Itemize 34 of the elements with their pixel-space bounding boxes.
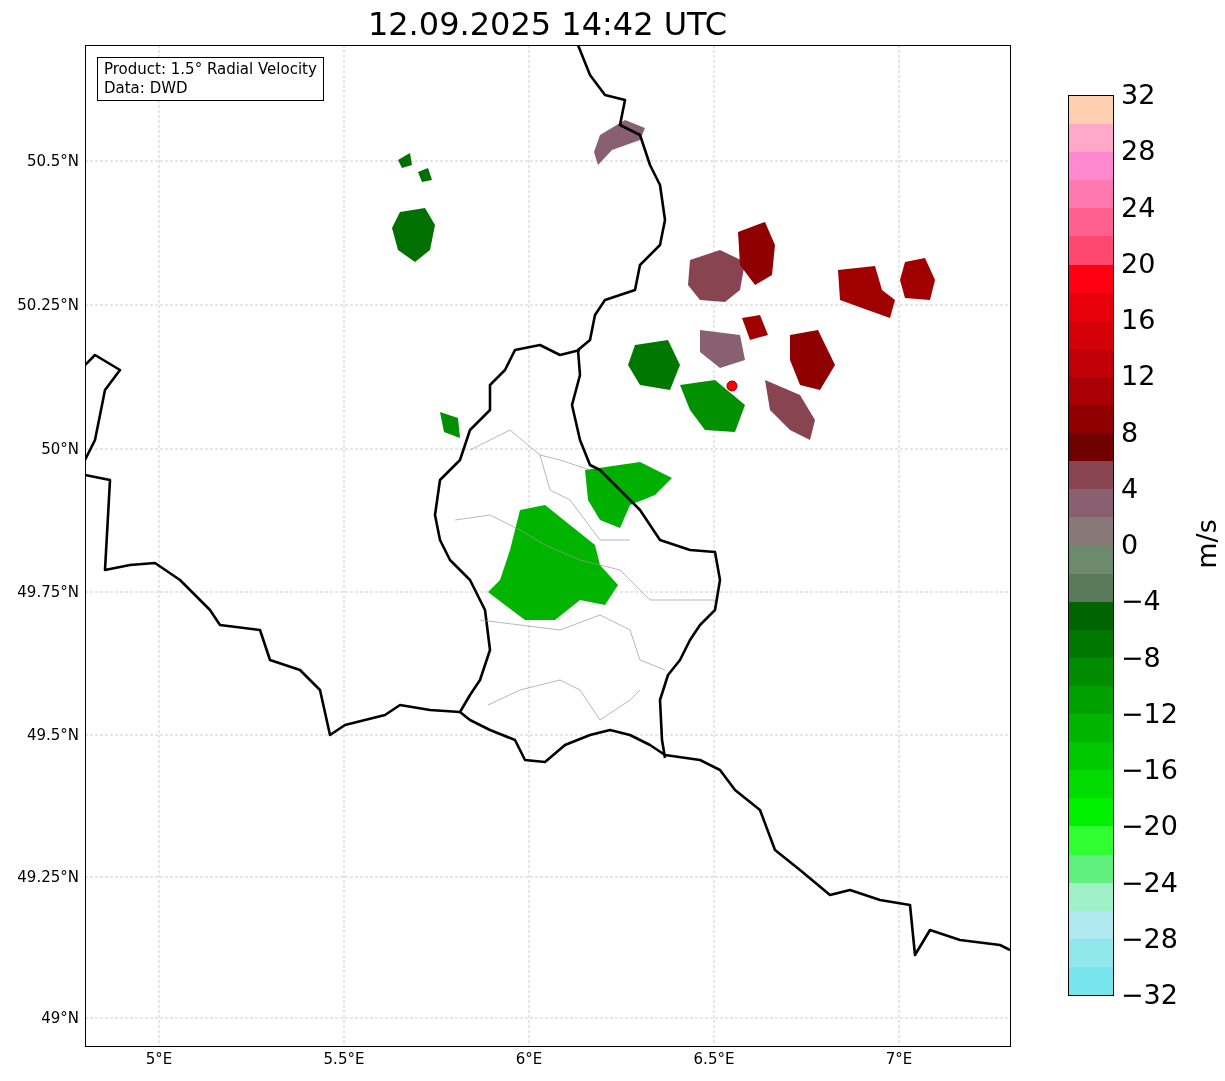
colorbar-tick-label: −8 bbox=[1121, 641, 1161, 674]
latitude-label: 49°N bbox=[40, 1009, 79, 1027]
chart-title: 12.09.2025 14:42 UTC bbox=[366, 4, 729, 44]
longitude-label: 7°E bbox=[884, 1050, 914, 1068]
latitude-label: 50.5°N bbox=[25, 152, 79, 170]
longitude-label: 5°E bbox=[144, 1050, 174, 1068]
colorbar-tick-label: 4 bbox=[1121, 472, 1139, 505]
colorbar-tick-label: 8 bbox=[1121, 416, 1139, 449]
colorbar-tick-label: −24 bbox=[1121, 866, 1178, 899]
colorbar-tick-label: 20 bbox=[1121, 247, 1156, 280]
colorbar-tick-label: 24 bbox=[1121, 191, 1156, 224]
longitude-label: 6.5°E bbox=[692, 1050, 736, 1068]
info-text: Product: 1.5° Radial Velocity bbox=[104, 60, 317, 79]
colorbar-tick-label: −4 bbox=[1121, 585, 1161, 618]
colorbar-tick-label: 0 bbox=[1121, 529, 1139, 561]
colorbar-unit-label: m/s bbox=[1190, 519, 1223, 569]
latitude-label: 49.25°N bbox=[16, 868, 79, 886]
radar-site-marker bbox=[726, 380, 738, 392]
longitude-label: 6°E bbox=[514, 1050, 544, 1068]
latitude-label: 49.75°N bbox=[16, 583, 79, 601]
colorbar-tick-label: 12 bbox=[1121, 360, 1156, 393]
colorbar-tick-label: −28 bbox=[1121, 922, 1178, 955]
info-text: Data: DWD bbox=[104, 79, 189, 98]
longitude-label: 5.5°E bbox=[322, 1050, 366, 1068]
latitude-label: 50°N bbox=[40, 440, 79, 458]
colorbar-tick-label: −16 bbox=[1121, 754, 1178, 786]
colorbar-tick-label: −20 bbox=[1121, 810, 1178, 843]
latitude-label: 50.25°N bbox=[16, 296, 79, 314]
latitude-label: 49.5°N bbox=[25, 726, 79, 744]
colorbar-tick-label: 32 bbox=[1121, 79, 1156, 111]
colorbar-tick-label: −12 bbox=[1121, 697, 1178, 730]
colorbar-tick-label: −32 bbox=[1121, 979, 1178, 1011]
colorbar-tick-label: 16 bbox=[1121, 304, 1156, 336]
colorbar-tick-label: 28 bbox=[1121, 135, 1156, 168]
